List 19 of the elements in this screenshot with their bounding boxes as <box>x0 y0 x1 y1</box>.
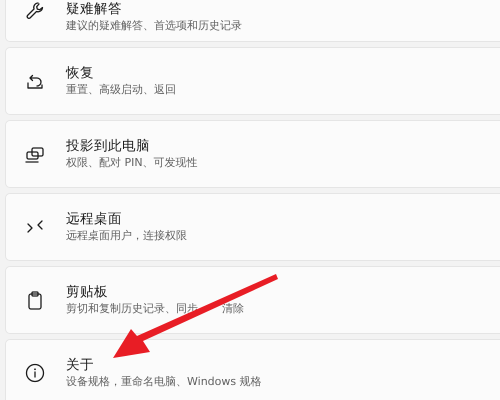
item-description: 设备规格，重命名电脑、Windows 规格 <box>66 374 262 390</box>
info-icon <box>24 362 46 384</box>
item-description: 远程桌面用户，连接权限 <box>66 228 187 244</box>
item-title: 关于 <box>66 356 95 374</box>
item-title: 剪贴板 <box>66 283 109 301</box>
item-description: 清除 <box>222 301 244 317</box>
settings-item[interactable]: 投影到此电脑 权限、配对 PIN、可发现性 <box>5 120 500 188</box>
item-title: 疑难解答 <box>66 0 123 18</box>
item-description: 重置、高级启动、返回 <box>66 82 176 98</box>
item-title: 恢复 <box>66 64 95 82</box>
item-title: 远程桌面 <box>66 210 123 228</box>
item-description: 建议的疑难解答、首选项和历史记录 <box>66 18 242 34</box>
settings-item[interactable]: 疑难解答 建议的疑难解答、首选项和历史记录 <box>5 0 500 42</box>
settings-item[interactable]: 恢复 重置、高级启动、返回 <box>5 47 500 115</box>
wrench-icon <box>24 0 46 22</box>
settings-item[interactable]: 关于 设备规格，重命名电脑、Windows 规格 <box>5 339 500 400</box>
item-title: 投影到此电脑 <box>66 137 151 155</box>
settings-item[interactable]: 远程桌面 远程桌面用户，连接权限 <box>5 193 500 261</box>
item-description: 权限、配对 PIN、可发现性 <box>66 155 198 171</box>
